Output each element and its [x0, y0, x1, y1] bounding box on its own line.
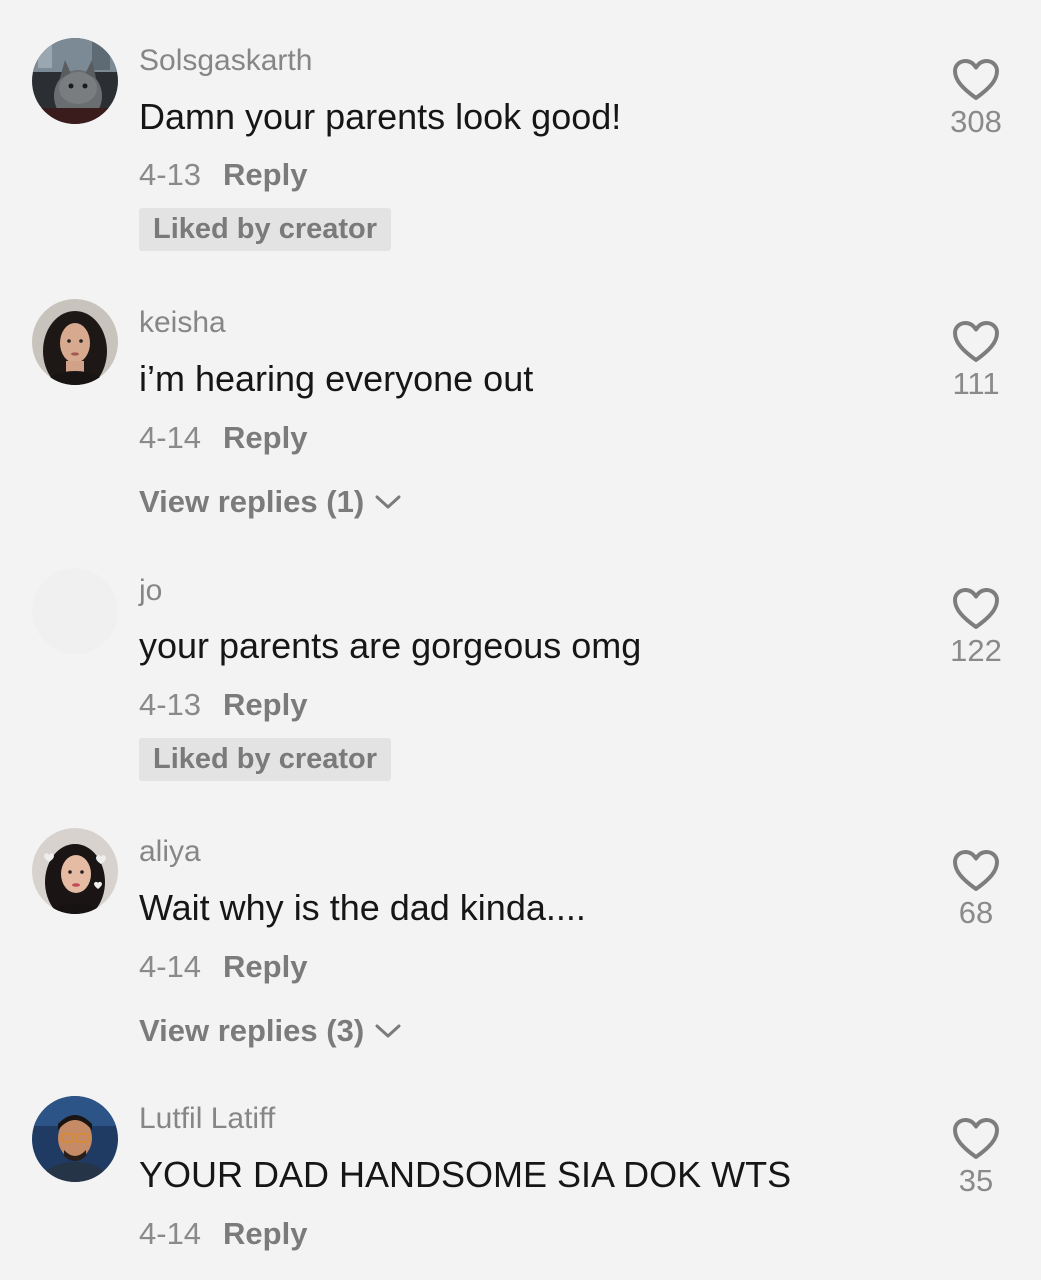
- liked-by-creator-badge: Liked by creator: [139, 208, 392, 251]
- comment-username[interactable]: Lutfil Latiff: [139, 1101, 275, 1137]
- like-button[interactable]: 308: [930, 58, 1022, 140]
- chevron-down-icon: [375, 495, 401, 509]
- heart-outline-icon: [953, 588, 999, 629]
- comment-meta: 4-13 Reply: [139, 157, 307, 193]
- comment-username[interactable]: Solsgaskarth: [139, 43, 312, 79]
- avatar[interactable]: [32, 828, 118, 914]
- comment-date: 4-14: [139, 949, 202, 984]
- comment-text: your parents are gorgeous omg: [139, 625, 642, 666]
- cat-photo-avatar: [32, 38, 118, 124]
- comment-date: 4-13: [139, 157, 202, 192]
- like-button[interactable]: 68: [930, 849, 1022, 931]
- chevron-down-icon: [375, 1024, 401, 1038]
- like-button[interactable]: 122: [930, 587, 1022, 669]
- comment-meta: 4-13 Reply: [139, 687, 307, 723]
- comment-date: 4-14: [139, 1216, 202, 1251]
- like-count: 122: [950, 633, 1002, 668]
- comment-text: YOUR DAD HANDSOME SIA DOK WTS: [139, 1154, 792, 1195]
- like-count: 35: [958, 1163, 994, 1198]
- view-replies-button[interactable]: View replies (3): [139, 1013, 402, 1049]
- reply-button[interactable]: Reply: [223, 157, 307, 192]
- comment-meta: 4-14 Reply: [139, 1216, 307, 1252]
- reply-button[interactable]: Reply: [223, 949, 307, 984]
- like-button[interactable]: 35: [930, 1117, 1022, 1199]
- avatar[interactable]: [32, 568, 118, 654]
- reply-button[interactable]: Reply: [223, 420, 307, 455]
- avatar[interactable]: [32, 38, 118, 124]
- comment-text: Wait why is the dad kinda....: [139, 887, 586, 928]
- reply-button[interactable]: Reply: [223, 1216, 307, 1251]
- view-replies-label: View replies (3): [139, 1013, 365, 1048]
- view-replies-button[interactable]: View replies (1): [139, 484, 402, 520]
- heart-outline-icon: [953, 321, 999, 362]
- comment-date: 4-14: [139, 420, 202, 455]
- avatar[interactable]: [32, 299, 118, 385]
- man-glasses-avatar: [32, 1096, 118, 1182]
- blank-avatar: [32, 568, 118, 654]
- comment-username[interactable]: jo: [139, 573, 162, 609]
- reply-button[interactable]: Reply: [223, 687, 307, 722]
- liked-by-creator-badge: Liked by creator: [139, 738, 392, 781]
- woman-portrait-avatar: [32, 299, 118, 385]
- woman-hearts-avatar: [32, 828, 118, 914]
- comment-date: 4-13: [139, 687, 202, 722]
- comment-text: Damn your parents look good!: [139, 96, 622, 137]
- view-replies-label: View replies (1): [139, 484, 365, 519]
- like-count: 68: [958, 895, 994, 930]
- comment-text: i’m hearing everyone out: [139, 358, 534, 399]
- comment-username[interactable]: aliya: [139, 834, 201, 870]
- comment-meta: 4-14 Reply: [139, 420, 307, 456]
- comment-username[interactable]: keisha: [139, 305, 226, 341]
- heart-outline-icon: [953, 59, 999, 100]
- heart-outline-icon: [953, 1118, 999, 1159]
- like-button[interactable]: 111: [930, 320, 1022, 402]
- comment-meta: 4-14 Reply: [139, 949, 307, 985]
- avatar[interactable]: [32, 1096, 118, 1182]
- like-count: 308: [950, 104, 1002, 139]
- heart-outline-icon: [953, 850, 999, 891]
- like-count: 111: [952, 366, 1000, 401]
